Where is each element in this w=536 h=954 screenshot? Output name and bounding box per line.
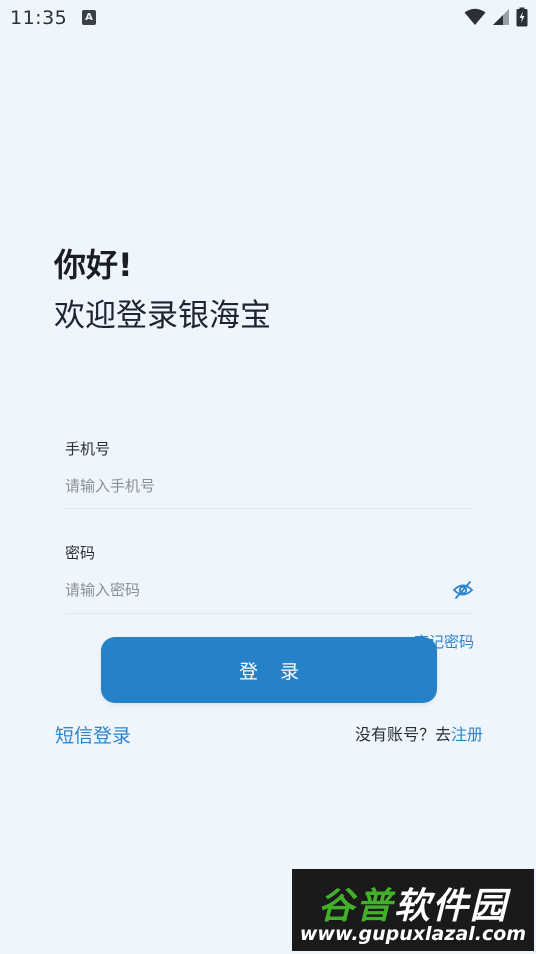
- register-link[interactable]: 注册: [451, 725, 483, 744]
- password-divider: [65, 613, 473, 614]
- welcome-subtitle: 欢迎登录银海宝: [54, 298, 271, 334]
- watermark-title-part2: 软件园: [394, 886, 509, 927]
- sms-login-link[interactable]: 短信登录: [55, 721, 131, 748]
- phone-label: 手机号: [65, 440, 111, 458]
- phone-divider: [65, 508, 473, 509]
- status-bar: 11:35 A: [0, 0, 536, 36]
- battery-charging-icon: [516, 7, 528, 27]
- watermark-title-part1: 谷普: [317, 886, 394, 927]
- status-time: 11:35: [10, 7, 68, 29]
- login-button[interactable]: 登 录: [101, 637, 437, 703]
- watermark-logo: 谷普软件园 www.gupuxlazal.com: [292, 869, 534, 951]
- signal-icon: [493, 9, 509, 25]
- greeting-title: 你好!: [54, 246, 133, 284]
- password-label: 密码: [65, 544, 96, 562]
- no-account-text: 没有账号？去: [354, 725, 451, 744]
- wifi-icon: [464, 8, 486, 25]
- status-icons: [464, 7, 528, 27]
- phone-input[interactable]: [65, 468, 470, 504]
- register-row: 没有账号？去注册: [355, 721, 483, 745]
- notification-icon: A: [82, 10, 96, 25]
- eye-slash-icon[interactable]: [452, 580, 474, 600]
- watermark-url: www.gupuxlazal.com: [299, 923, 527, 945]
- watermark-title: 谷普软件园: [296, 877, 530, 929]
- password-input[interactable]: [65, 572, 445, 608]
